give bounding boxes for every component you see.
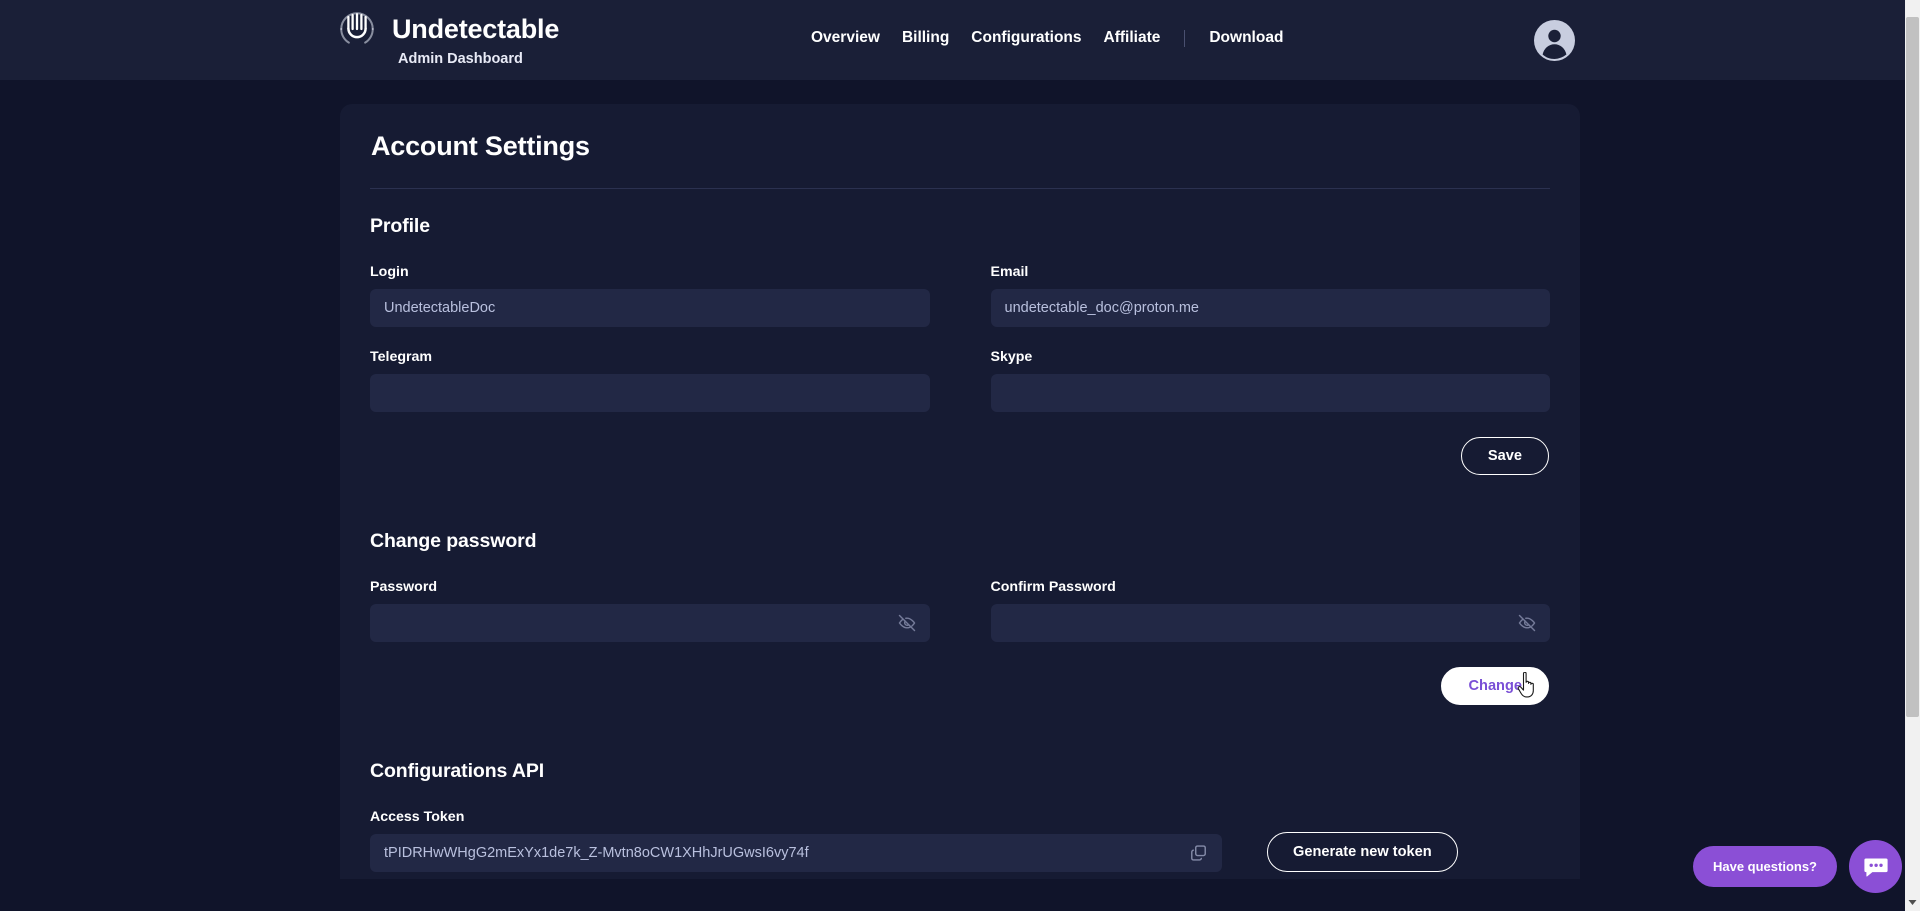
access-token-value: tPIDRHwWHgG2mExYx1de7k_Z-Mvtn8oCW1XHhJrU… [384,845,809,861]
avatar[interactable] [1534,20,1575,61]
chat-prompt-pill[interactable]: Have questions? [1692,846,1837,887]
access-token-field-group: Access Token tPIDRHwWHgG2mExYx1de7k_Z-Mv… [370,809,1222,872]
password-label: Password [370,579,438,595]
eye-off-icon[interactable] [1517,613,1537,633]
nav-divider [1184,29,1186,47]
configurations-api-section-title: Configurations API [370,760,545,782]
confirm-password-field-group: Confirm Password [990,579,1550,642]
nav-link-overview[interactable]: Overview [800,29,891,47]
title-divider [370,188,1550,189]
change-password-button[interactable]: Change [1441,667,1549,705]
login-field-group: Login UndetectableDoc [370,264,930,327]
main-navigation: Overview Billing Configurations Affiliat… [800,29,1294,47]
telegram-field-group: Telegram [370,349,930,412]
account-settings-card: Account Settings Profile Login Undetecta… [340,104,1580,879]
generate-new-token-button[interactable]: Generate new token [1267,832,1458,872]
scrollbar-thumb[interactable] [1906,17,1919,717]
skype-label: Skype [990,349,1033,365]
brand-logo-group[interactable]: Undetectable Admin Dashboard [336,8,560,67]
fingerprint-icon [340,12,374,44]
user-avatar-icon [1542,29,1567,59]
login-input-value: UndetectableDoc [384,300,496,316]
email-label: Email [990,264,1029,280]
nav-link-configurations[interactable]: Configurations [960,29,1092,47]
password-input[interactable] [370,604,930,642]
page-title: Account Settings [371,131,590,161]
page-scrollbar[interactable] [1905,0,1920,911]
chat-widget: Have questions? [1692,840,1902,893]
save-button[interactable]: Save [1460,437,1549,475]
nav-link-billing[interactable]: Billing [891,29,960,47]
brand-subtitle: Admin Dashboard [398,51,523,67]
skype-input[interactable] [990,374,1550,412]
confirm-password-label: Confirm Password [990,579,1116,595]
nav-link-download[interactable]: Download [1198,29,1294,47]
profile-section-title: Profile [370,215,430,237]
chat-open-button[interactable] [1849,840,1902,893]
chevron-down-icon [1908,900,1917,905]
confirm-password-input[interactable] [990,604,1550,642]
login-label: Login [370,264,409,280]
email-input-value: undetectable_doc@proton.me [1004,300,1200,316]
chat-bubble-icon [1863,858,1888,876]
top-header-bar: Undetectable Admin Dashboard Overview Bi… [0,0,1920,80]
telegram-input[interactable] [370,374,930,412]
email-field-group: Email undetectable_doc@proton.me [990,264,1550,327]
copy-icon[interactable] [1189,844,1208,863]
password-field-group: Password [370,579,930,642]
skype-field-group: Skype [990,349,1550,412]
access-token-label: Access Token [370,809,465,825]
eye-off-icon[interactable] [897,613,917,633]
scrollbar-down-arrow[interactable] [1905,894,1920,911]
brand-title: Undetectable [392,13,560,44]
access-token-input[interactable]: tPIDRHwWHgG2mExYx1de7k_Z-Mvtn8oCW1XHhJrU… [370,834,1222,872]
email-input[interactable]: undetectable_doc@proton.me [990,289,1550,327]
nav-link-affiliate[interactable]: Affiliate [1093,29,1172,47]
login-input[interactable]: UndetectableDoc [370,289,930,327]
change-password-section-title: Change password [370,530,537,552]
telegram-label: Telegram [370,349,433,365]
